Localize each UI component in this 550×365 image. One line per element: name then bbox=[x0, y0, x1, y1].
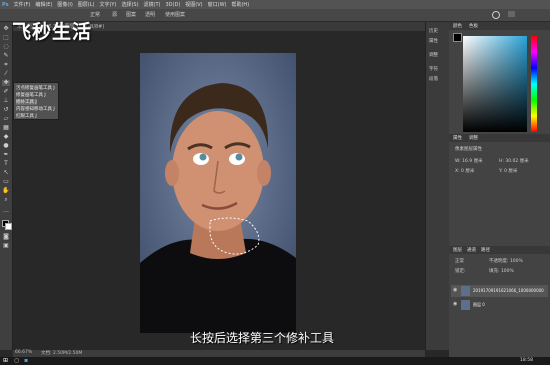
blend-mode-select[interactable]: 正常 bbox=[455, 258, 464, 264]
tab-paths[interactable]: 路径 bbox=[481, 247, 490, 253]
adjustments-panel-button[interactable]: 调整 bbox=[429, 52, 438, 58]
paragraph-panel-button[interactable]: 段落 bbox=[429, 76, 438, 82]
source-radio[interactable]: 源 bbox=[112, 11, 117, 18]
eraser-tool-icon[interactable]: ▱ bbox=[2, 116, 10, 122]
prop-x[interactable]: X: 0 厘米 bbox=[455, 168, 474, 174]
menu-3d[interactable]: 3D(D) bbox=[166, 2, 181, 8]
right-panels: 颜色 色板 属性 调整 像素图层属性 W: 16.9 厘米 H: 30.02 厘… bbox=[449, 22, 550, 357]
collapsed-panels: 历史 属性 调整 字符 段落 bbox=[425, 22, 450, 350]
properties-title: 像素图层属性 bbox=[455, 147, 482, 152]
flyout-healing-brush[interactable]: 修复画笔工具 J bbox=[16, 92, 46, 98]
type-tool-icon[interactable]: T bbox=[2, 161, 10, 167]
background-color[interactable] bbox=[5, 223, 12, 230]
flyout-red-eye[interactable]: 红眼工具 J bbox=[16, 113, 37, 119]
character-panel-button[interactable]: 字符 bbox=[429, 66, 438, 72]
subtitle-caption: 长按后选择第三个修补工具 bbox=[190, 331, 335, 345]
flyout-spot-healing[interactable]: 污点修复画笔工具 J bbox=[16, 85, 55, 91]
lock-label: 锁定: bbox=[455, 269, 466, 274]
layer-row[interactable]: ◉ 图层 0 bbox=[451, 299, 548, 311]
zoom-readout[interactable]: 66.67% bbox=[15, 350, 32, 355]
visibility-eye-icon[interactable]: ◉ bbox=[453, 301, 457, 307]
menu-edit[interactable]: 编辑(E) bbox=[35, 1, 52, 8]
screen-mode-icon[interactable]: ▣ bbox=[2, 243, 10, 249]
tab-adjustments[interactable]: 调整 bbox=[469, 135, 478, 141]
tab-swatches[interactable]: 色板 bbox=[469, 23, 478, 29]
layer-thumbnail bbox=[461, 286, 470, 296]
prop-width[interactable]: W: 16.9 厘米 bbox=[455, 158, 483, 164]
prop-height[interactable]: H: 30.02 厘米 bbox=[499, 158, 529, 164]
visibility-eye-icon[interactable]: ◉ bbox=[453, 287, 457, 293]
photo-image[interactable] bbox=[140, 53, 296, 333]
windows-taskbar: ⊞ ○ ▪ 18:58 bbox=[0, 357, 550, 365]
tab-channels[interactable]: 通道 bbox=[467, 247, 476, 253]
menu-layer[interactable]: 图层(L) bbox=[78, 1, 95, 8]
menu-bar: Ps 文件(F) 编辑(E) 图像(I) 图层(L) 文字(Y) 选择(S) 滤… bbox=[0, 0, 550, 9]
menu-window[interactable]: 窗口(W) bbox=[208, 1, 227, 8]
eyedropper-icon[interactable]: ⁄ bbox=[2, 71, 10, 77]
history-panel-button[interactable]: 历史 bbox=[429, 28, 438, 34]
menu-help[interactable]: 帮助(H) bbox=[231, 1, 249, 8]
healing-tools-flyout: 污点修复画笔工具 J 修复画笔工具 J 修补工具 J 内容感知移动工具 J 红眼… bbox=[13, 82, 59, 120]
lasso-tool-icon[interactable]: ◌ bbox=[2, 44, 10, 50]
tab-layers[interactable]: 图层 bbox=[453, 247, 462, 253]
history-brush-icon[interactable]: ↺ bbox=[2, 107, 10, 113]
watermark-logo: 飞秒生活 bbox=[12, 21, 93, 43]
hand-tool-icon[interactable]: ✋ bbox=[2, 188, 10, 194]
ps-taskbar-icon[interactable]: ▪ bbox=[24, 357, 28, 364]
flyout-content-aware-move[interactable]: 内容感知移动工具 J bbox=[16, 106, 55, 112]
tab-color[interactable]: 颜色 bbox=[453, 23, 462, 29]
dodge-tool-icon[interactable]: ● bbox=[2, 143, 10, 149]
stamp-tool-icon[interactable]: ⊥ bbox=[2, 98, 10, 104]
transparent-checkbox[interactable]: 透明 bbox=[145, 11, 155, 18]
color-panel-header: 颜色 色板 bbox=[449, 22, 550, 30]
quick-select-icon[interactable]: ✎ bbox=[2, 53, 10, 59]
tools-panel: ✥ ⬚ ◌ ✎ ⌗ ⁄ ✚ ✐ ⊥ ↺ ▱ ▦ ◆ ● ✒ T ↖ ▭ ✋ ⌕ … bbox=[0, 22, 13, 350]
portrait-illustration bbox=[140, 53, 296, 333]
path-select-icon[interactable]: ↖ bbox=[2, 170, 10, 176]
pattern-radio[interactable]: 图案 bbox=[126, 11, 136, 18]
layer-name[interactable]: 图层 0 bbox=[473, 302, 485, 308]
use-pattern-button[interactable]: 使用图案 bbox=[165, 11, 185, 18]
doc-size-readout: 文档: 2.50M/2.50M bbox=[41, 351, 83, 356]
clock: 18:58 bbox=[520, 358, 533, 363]
opacity-field[interactable]: 不透明度: 100% bbox=[489, 258, 523, 264]
prop-y[interactable]: Y: 0 厘米 bbox=[499, 168, 517, 174]
ps-logo[interactable]: Ps bbox=[2, 2, 9, 8]
workspace-icon[interactable] bbox=[508, 11, 515, 17]
healing-brush-icon[interactable]: ✚ bbox=[2, 80, 10, 86]
status-bar: 66.67% 文档: 2.50M/2.50M bbox=[13, 350, 425, 357]
start-icon[interactable]: ⊞ bbox=[3, 357, 8, 364]
properties-panel-button[interactable]: 属性 bbox=[429, 38, 438, 44]
zoom-tool-icon[interactable]: ⌕ bbox=[2, 197, 10, 203]
menu-select[interactable]: 选择(S) bbox=[121, 1, 138, 8]
brush-tool-icon[interactable]: ✐ bbox=[2, 89, 10, 95]
crop-tool-icon[interactable]: ⌗ bbox=[2, 62, 10, 68]
color-picker-field[interactable] bbox=[463, 36, 527, 132]
menu-filter[interactable]: 滤镜(T) bbox=[144, 1, 161, 8]
menu-view[interactable]: 视图(V) bbox=[185, 1, 202, 8]
search-taskbar-icon[interactable]: ○ bbox=[14, 357, 19, 364]
move-tool-icon[interactable]: ✥ bbox=[2, 26, 10, 32]
fill-field[interactable]: 填充: 100% bbox=[489, 268, 514, 274]
menu-file[interactable]: 文件(F) bbox=[14, 1, 31, 8]
flyout-patch-tool[interactable]: 修补工具 J bbox=[16, 99, 37, 105]
color-fg-swatch[interactable] bbox=[453, 33, 462, 42]
menu-type[interactable]: 文字(Y) bbox=[99, 1, 116, 8]
layer-thumbnail bbox=[461, 300, 470, 310]
layers-panel-header: 图层 通道 路径 bbox=[449, 246, 550, 254]
layer-row[interactable]: ◉ 20191709191621066_1000000000 bbox=[451, 285, 548, 297]
marquee-tool-icon[interactable]: ⬚ bbox=[2, 35, 10, 41]
properties-panel-header: 属性 调整 bbox=[449, 134, 550, 142]
gradient-tool-icon[interactable]: ▦ bbox=[2, 125, 10, 131]
menu-image[interactable]: 图像(I) bbox=[57, 1, 72, 8]
tab-properties[interactable]: 属性 bbox=[453, 135, 462, 141]
pen-tool-icon[interactable]: ✒ bbox=[2, 152, 10, 158]
search-icon[interactable] bbox=[492, 11, 500, 19]
shape-tool-icon[interactable]: ▭ bbox=[2, 179, 10, 185]
more-tools-icon[interactable]: … bbox=[2, 208, 10, 214]
quick-mask-icon[interactable]: ◙ bbox=[2, 234, 10, 240]
hue-slider[interactable] bbox=[531, 36, 537, 132]
layer-name[interactable]: 20191709191621066_1000000000 bbox=[473, 288, 544, 293]
blur-tool-icon[interactable]: ◆ bbox=[2, 134, 10, 140]
